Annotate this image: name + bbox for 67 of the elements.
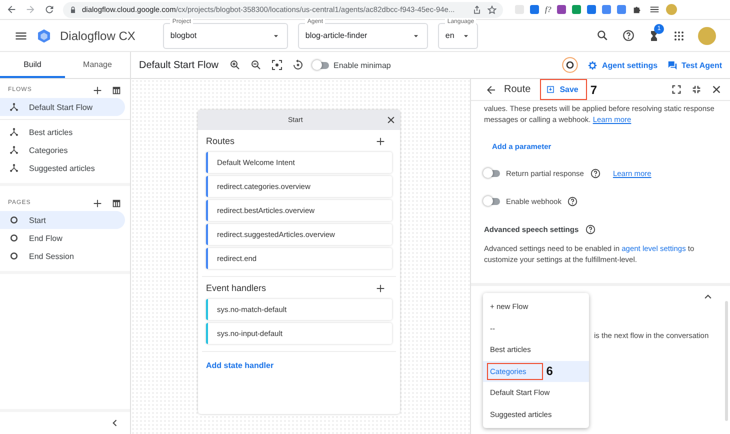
panel-title: Route	[504, 84, 531, 95]
flow-icon	[9, 102, 19, 112]
save-icon	[546, 85, 555, 94]
toggle-label: Enable minimap	[333, 60, 391, 70]
extension-label[interactable]: f?	[545, 5, 552, 14]
field-value: blogbot	[170, 31, 198, 40]
sidebar-item[interactable]: Default Start Flow	[0, 98, 125, 116]
section-heading: Routes	[206, 136, 235, 146]
collapse-icon[interactable]	[691, 84, 702, 95]
close-icon[interactable]	[386, 115, 396, 125]
sidebar-item[interactable]: Suggested articles	[0, 159, 125, 177]
close-icon[interactable]	[711, 84, 722, 95]
callout-number: 6	[546, 364, 553, 378]
expand-icon[interactable]	[671, 84, 682, 95]
sidebar-item[interactable]: Start	[0, 211, 125, 229]
test-agent-button[interactable]: Test Agent	[666, 60, 722, 70]
zoom-out-icon[interactable]	[250, 59, 262, 71]
menu-icon[interactable]	[649, 4, 660, 15]
toggle-switch[interactable]	[484, 198, 500, 204]
agent-settings-button[interactable]: Agent settings	[586, 60, 658, 70]
product-name: Dialogflow CX	[60, 28, 136, 42]
section-heading: Event handlers	[206, 283, 266, 293]
apps-grid-icon[interactable]	[673, 30, 685, 42]
sidebar-item[interactable]: Best articles	[0, 123, 125, 141]
hourglass-icon[interactable]	[648, 30, 660, 42]
plus-icon[interactable]	[92, 84, 103, 96]
callout-number: 7	[590, 82, 598, 96]
toggle-switch[interactable]	[484, 170, 500, 176]
flow-icon	[9, 145, 19, 155]
plus-icon[interactable]	[375, 136, 386, 146]
share-icon[interactable]	[472, 4, 482, 14]
flow-icon	[9, 127, 19, 137]
scrollbar[interactable]	[725, 301, 728, 421]
fit-view-icon[interactable]	[271, 59, 284, 71]
star-icon[interactable]	[487, 4, 497, 14]
table-icon[interactable]	[111, 84, 122, 96]
cube-logo-icon	[36, 28, 52, 44]
help-icon[interactable]	[584, 224, 596, 234]
gear-icon	[586, 60, 598, 70]
field-value: en	[445, 31, 456, 40]
plus-icon[interactable]	[92, 198, 103, 208]
sidebar-item[interactable]: Categories	[0, 141, 125, 159]
back-arrow-icon[interactable]	[485, 84, 497, 96]
help-icon[interactable]	[622, 29, 635, 42]
plus-icon[interactable]	[375, 282, 386, 294]
zoom-in-icon[interactable]	[229, 59, 242, 71]
field-value: blog-article-finder	[305, 31, 368, 40]
chat-icon	[666, 60, 678, 70]
flow-icon	[9, 163, 19, 173]
circle-icon	[9, 233, 19, 243]
save-button[interactable]: Save	[540, 79, 588, 100]
help-icon[interactable]	[590, 168, 601, 178]
sidebar-item[interactable]: End Flow	[0, 229, 125, 247]
lock-icon	[69, 6, 77, 14]
back-arrow-icon[interactable]	[6, 4, 17, 15]
circle-icon	[9, 251, 19, 261]
reload-icon[interactable]	[44, 4, 55, 15]
circle-icon	[9, 215, 19, 225]
flow-title: Default Start Flow	[139, 60, 218, 70]
help-icon[interactable]	[567, 196, 578, 206]
reset-view-icon[interactable]	[292, 59, 304, 71]
ring-icon[interactable]	[562, 57, 578, 73]
toggle-switch[interactable]	[313, 62, 330, 68]
add-state-handler-link[interactable]: Add state handler	[206, 361, 274, 370]
search-icon[interactable]	[596, 29, 609, 42]
sidebar-item[interactable]: End Session	[0, 247, 125, 265]
table-icon[interactable]	[111, 198, 122, 208]
